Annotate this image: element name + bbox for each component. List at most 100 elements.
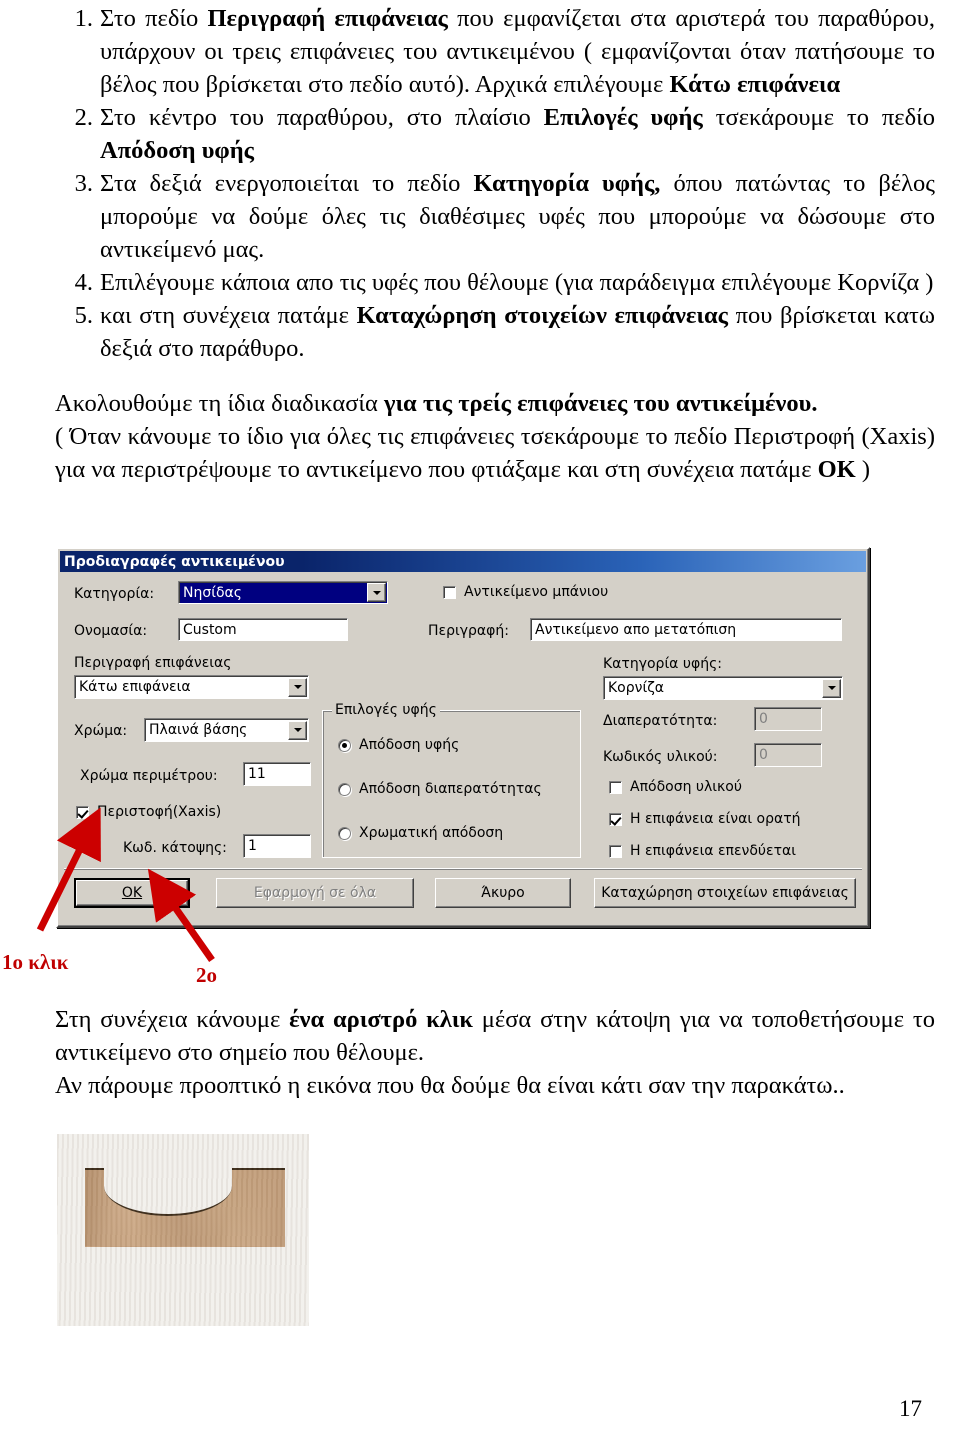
text-run: ( Όταν κάνουμε το ίδιο για όλες τις επιφ…	[55, 423, 935, 483]
texture-options-title: Επιλογές υφής	[332, 702, 440, 718]
list-item: 1. Στο πεδίο Περιγραφή επιφάνειας που εμφ…	[55, 2, 935, 101]
paragraph-after-list: Ακολουθούμε τη ίδια διαδικασία για τις τ…	[55, 387, 935, 486]
color-value: Πλαινά βάσης	[149, 722, 248, 738]
color-label: Χρώμα:	[74, 723, 128, 739]
register-surface-data-label: Καταχώρηση στοιχείων επιφάνειας	[601, 885, 849, 901]
surface-covered-checkbox[interactable]: Η επιφάνεια επενδύεται	[609, 843, 796, 859]
text-run: Αν πάρουμε προοπτικό η εικόνα που θα δού…	[55, 1072, 845, 1099]
bold-run: Επιλογές υφής	[543, 104, 703, 131]
list-item-number: 4.	[74, 269, 93, 296]
transparency-input[interactable]: 0	[754, 707, 822, 731]
radio-label: Απόδοση διαπερατότητας	[359, 781, 542, 797]
dialog-titlebar[interactable]: Προδιαγραφές αντικειμένου	[60, 551, 866, 572]
document-body-lower: Στη συνέχεια κάνουμε ένα αριστρό κλικ μέ…	[55, 1003, 935, 1102]
texture-category-combobox[interactable]: Κορνίζα	[603, 676, 843, 700]
perspective-render-image	[57, 1134, 309, 1326]
chevron-down-icon[interactable]	[822, 678, 841, 698]
list-item-text: Στο πεδίο Περιγραφή επιφάνειας που εμφαν…	[100, 5, 935, 98]
plan-code-label: Κωδ. κάτοψης:	[123, 840, 227, 856]
list-item: 4. Επιλέγουμε κάποια απο τις υφές που θέλ…	[55, 266, 935, 299]
paragraph: Αν πάρουμε προοπτικό η εικόνα που θα δού…	[55, 1069, 935, 1102]
bold-run: Κάτω επιφάνεια	[669, 71, 841, 98]
object-specifications-dialog[interactable]: Προδιαγραφές αντικειμένου Κατηγορία: Νησ…	[56, 547, 870, 928]
checkbox-box	[609, 812, 622, 826]
ok-button[interactable]: ΟΚ	[74, 878, 190, 908]
paragraph-after-dialog: Στη συνέχεια κάνουμε ένα αριστρό κλικ μέ…	[55, 1003, 935, 1102]
radio-dot	[338, 738, 351, 752]
rotation-xaxis-label: Περιστοφή(Xaxis)	[97, 804, 222, 820]
perimeter-color-label: Χρώμα περιμέτρου:	[80, 768, 218, 784]
perimeter-color-input[interactable]: 11	[243, 762, 311, 786]
surface-visible-checkbox[interactable]: Η επιφάνεια είναι ορατή	[609, 811, 801, 827]
list-item: 5. και στη συνέχεια πατάμε Καταχώρηση στο…	[55, 299, 935, 365]
apply-to-all-label: Εφαρμογή σε όλα	[253, 885, 377, 901]
numbered-instruction-list: 1. Στο πεδίο Περιγραφή επιφάνειας που εμφ…	[55, 2, 935, 365]
material-code-input[interactable]: 0	[754, 743, 822, 767]
cancel-label: Άκυρο	[481, 885, 525, 901]
paragraph: ( Όταν κάνουμε το ίδιο για όλες τις επιφ…	[55, 420, 935, 486]
list-item-number: 1.	[74, 5, 93, 32]
color-combobox[interactable]: Πλαινά βάσης	[144, 718, 309, 742]
cancel-button[interactable]: Άκυρο	[435, 878, 571, 908]
transparency-label: Διαπερατότητα:	[603, 713, 718, 729]
surface-description-combobox[interactable]: Κάτω επιφάνεια	[74, 675, 309, 699]
bold-run: Κατηγορία υφής,	[473, 170, 661, 197]
surface-visible-label: Η επιφάνεια είναι ορατή	[630, 811, 801, 827]
description-label: Περιγραφή:	[428, 623, 509, 639]
checkbox-box	[76, 805, 89, 819]
ok-button-label: ΟΚ	[121, 885, 143, 901]
surface-description-label: Περιγραφή επιφάνειας	[74, 655, 232, 671]
category-combobox[interactable]: Νησίδας	[178, 581, 388, 604]
text-run: Στη συνέχεια κάνουμε	[55, 1006, 290, 1033]
radio-label: Απόδοση υφής	[359, 737, 460, 753]
bold-run: ένα αριστρό κλικ	[289, 1006, 473, 1033]
list-item-number: 3.	[74, 170, 93, 197]
chevron-down-icon[interactable]	[288, 677, 307, 697]
bold-run: Καταχώρηση στοιχείων επιφάνειας	[356, 302, 729, 329]
radio-transparency-render[interactable]: Απόδοση διαπερατότητας	[338, 781, 542, 797]
radio-label: Χρωματική απόδοση	[359, 825, 504, 841]
radio-texture-render[interactable]: Απόδοση υφής	[338, 737, 459, 753]
list-item-number: 5.	[74, 302, 93, 329]
material-render-checkbox[interactable]: Απόδοση υλικού	[609, 779, 742, 795]
description-input[interactable]: Αντικείμενο απο μετατόπιση	[530, 618, 842, 641]
material-render-label: Απόδοση υλικού	[630, 779, 742, 795]
texture-category-label: Κατηγορία υφής:	[603, 656, 723, 672]
dialog-client-area: Κατηγορία: Νησίδας Αντικείμενο μπάνιου Ο…	[60, 572, 866, 924]
chevron-down-icon[interactable]	[367, 583, 386, 602]
texture-options-groupbox: Επιλογές υφής Απόδοση υφής Απόδοση διαπε…	[322, 702, 581, 858]
register-surface-data-button[interactable]: Καταχώρηση στοιχείων επιφάνειας	[594, 878, 856, 908]
dialog-title: Προδιαγραφές αντικειμένου	[64, 553, 285, 570]
list-item-text: και στη συνέχεια πατάμε Καταχώρηση στοιχ…	[100, 302, 935, 362]
checkbox-box	[609, 780, 622, 794]
surface-description-value: Κάτω επιφάνεια	[79, 679, 191, 695]
text-run: Επιλέγουμε κάποια απο τις υφές που θέλου…	[100, 269, 934, 296]
radio-dot	[338, 826, 351, 840]
page-number: 17	[899, 1396, 922, 1421]
document-body: 1. Στο πεδίο Περιγραφή επιφάνειας που εμφ…	[55, 2, 935, 486]
first-click-annotation: 1ο κλικ	[2, 950, 69, 974]
rotation-xaxis-checkbox[interactable]: Περιστοφή(Xaxis)	[76, 804, 221, 820]
plan-code-input[interactable]: 1	[243, 834, 311, 858]
chevron-down-icon[interactable]	[288, 720, 307, 740]
name-input[interactable]: Custom	[178, 618, 348, 641]
bath-object-checkbox[interactable]: Αντικείμενο μπάνιου	[443, 584, 608, 600]
name-label: Ονομασία:	[74, 623, 148, 639]
material-code-label: Κωδικός υλικού:	[603, 749, 718, 765]
list-item-text: Στο κέντρο του παραθύρου, στο πλαίσιο Επ…	[100, 104, 935, 164]
dialog-button-row: ΟΚ Εφαρμογή σε όλα Άκυρο Καταχώρηση στοι…	[64, 868, 862, 921]
texture-category-value: Κορνίζα	[608, 680, 665, 696]
category-value: Νησίδας	[183, 584, 242, 601]
apply-to-all-button[interactable]: Εφαρμογή σε όλα	[216, 878, 414, 908]
paragraph: Ακολουθούμε τη ίδια διαδικασία για τις τ…	[55, 387, 935, 420]
checkbox-box	[609, 844, 622, 858]
bath-object-label: Αντικείμενο μπάνιου	[464, 584, 609, 600]
category-label: Κατηγορία:	[74, 586, 155, 602]
text-run: και στη συνέχεια πατάμε	[100, 302, 357, 329]
text-run: Στο κέντρο του παραθύρου, στο πλαίσιο	[100, 104, 544, 131]
radio-color-render[interactable]: Χρωματική απόδοση	[338, 825, 503, 841]
radio-dot	[338, 782, 351, 796]
list-item-number: 2.	[74, 104, 93, 131]
text-run: )	[855, 456, 871, 483]
